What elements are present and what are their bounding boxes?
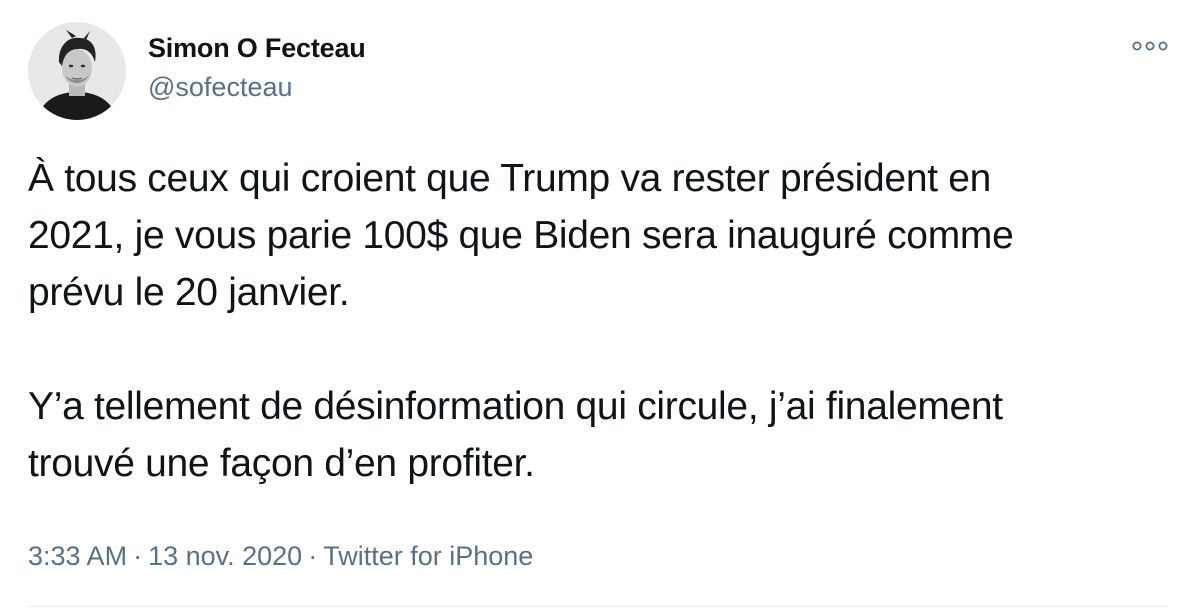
- divider: [28, 606, 1168, 607]
- tweet-header: Simon O Fecteau @sofecteau: [28, 22, 1168, 122]
- tweet-paragraph: Y’a tellement de désinformation qui circ…: [28, 385, 1003, 485]
- more-options-button[interactable]: [1132, 38, 1168, 54]
- tweet-text: À tous ceux qui croient que Trump va res…: [28, 150, 1178, 492]
- tweet-source-link[interactable]: Twitter for iPhone: [323, 541, 533, 571]
- user-photo-icon: [28, 22, 126, 120]
- author-handle[interactable]: @sofecteau: [148, 70, 366, 104]
- avatar[interactable]: [28, 22, 126, 120]
- tweet-time[interactable]: 3:33 AM: [28, 541, 127, 571]
- meta-separator: ·: [308, 541, 318, 571]
- tweet-paragraph: À tous ceux qui croient que Trump va res…: [28, 157, 1014, 314]
- tweet-date[interactable]: 13 nov. 2020: [148, 541, 302, 571]
- meta-separator: ·: [133, 541, 143, 571]
- author-display-name[interactable]: Simon O Fecteau: [148, 32, 366, 64]
- more-horizontal-icon: [1132, 41, 1168, 51]
- author-names: Simon O Fecteau @sofecteau: [148, 32, 366, 104]
- tweet-metadata: 3:33 AM · 13 nov. 2020 · Twitter for iPhone: [28, 536, 533, 576]
- tweet-card: Simon O Fecteau @sofecteau À tous ceux q…: [0, 0, 1196, 616]
